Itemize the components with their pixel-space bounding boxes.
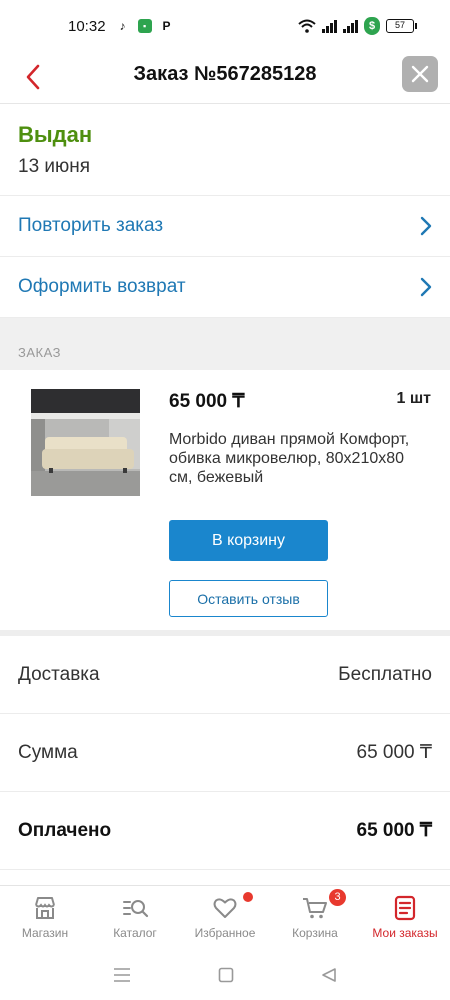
- system-navigation-bar: [0, 949, 450, 1000]
- nav-item-favorites[interactable]: Избранное: [180, 886, 270, 949]
- sum-value: 65 000 ₸: [356, 742, 432, 763]
- product-item: 65 000 ₸ 1 шт Morbido диван прямой Комфо…: [0, 370, 450, 630]
- wifi-icon: [298, 19, 316, 33]
- sum-label: Сумма: [18, 741, 78, 763]
- nav-item-store[interactable]: Магазин: [0, 886, 90, 949]
- paid-value: 65 000 ₸: [356, 820, 432, 841]
- product-image[interactable]: [31, 389, 140, 496]
- security-shield-icon: $: [364, 17, 380, 35]
- back-triangle-icon[interactable]: [321, 967, 337, 983]
- product-price: 65 000 ₸: [169, 391, 245, 412]
- return-order-row[interactable]: Оформить возврат: [0, 257, 450, 318]
- nav-label-cart: Корзина: [292, 926, 338, 940]
- nav-item-cart[interactable]: 3 Корзина: [270, 886, 360, 949]
- signal-icon-2: [343, 19, 358, 33]
- orders-icon: [394, 895, 416, 921]
- app-header: Заказ №567285128: [0, 52, 450, 104]
- nav-label-catalog: Каталог: [113, 926, 157, 940]
- leave-review-button[interactable]: Оставить отзыв: [169, 580, 328, 617]
- chevron-right-icon: [420, 277, 432, 297]
- nav-item-my-orders[interactable]: Мои заказы: [360, 886, 450, 949]
- order-status: Выдан: [18, 122, 93, 147]
- repeat-order-row[interactable]: Повторить заказ: [0, 196, 450, 257]
- sum-row: Сумма 65 000 ₸: [0, 714, 450, 792]
- order-status-block: Выдан 13 июня: [0, 104, 450, 196]
- nav-item-catalog[interactable]: Каталог: [90, 886, 180, 949]
- heart-icon: [213, 898, 237, 918]
- delivery-row: Доставка Бесплатно: [0, 636, 450, 714]
- delivery-label: Доставка: [18, 663, 100, 685]
- nav-label-my-orders: Мои заказы: [372, 926, 438, 940]
- signal-icon: [322, 19, 337, 33]
- chevron-right-icon: [420, 216, 432, 236]
- close-icon: [411, 65, 429, 83]
- home-square-icon[interactable]: [218, 967, 234, 983]
- paid-row: Оплачено 65 000 ₸: [0, 792, 450, 870]
- status-notification-icons: ♪ ▪ P: [116, 19, 174, 33]
- store-icon: [35, 897, 55, 919]
- repeat-order-label: Повторить заказ: [18, 215, 164, 236]
- order-date: 13 июня: [18, 156, 91, 177]
- delivery-value: Бесплатно: [338, 663, 432, 685]
- parking-app-icon: P: [162, 19, 171, 33]
- return-order-label: Оформить возврат: [18, 276, 186, 297]
- menu-icon[interactable]: [113, 967, 131, 983]
- cart-icon: [303, 898, 327, 919]
- section-header-order: ЗАКАЗ: [0, 318, 450, 370]
- product-quantity: 1 шт: [396, 390, 431, 407]
- paid-label: Оплачено: [18, 819, 112, 841]
- nav-label-store: Магазин: [21, 926, 69, 940]
- page-title: Заказ №567285128: [133, 63, 317, 85]
- catalog-search-icon: [123, 900, 149, 918]
- status-time: 10:32: [68, 17, 106, 35]
- favorites-badge-dot: [243, 892, 253, 902]
- close-button[interactable]: [402, 56, 438, 92]
- status-bar: 10:32 ♪ ▪ P $ 57: [0, 0, 450, 52]
- messages-app-icon: ▪: [137, 19, 152, 33]
- battery-icon: 57: [386, 19, 417, 33]
- tiktok-icon: ♪: [119, 19, 126, 33]
- bottom-navigation: Магазин Каталог Избранное 3 Корзина Мои …: [0, 885, 450, 949]
- nav-label-favorites: Избранное: [194, 926, 256, 940]
- cart-badge: 3: [329, 889, 346, 906]
- add-to-cart-button[interactable]: В корзину: [169, 520, 328, 561]
- product-name[interactable]: Morbido диван прямой Комфорт, обивка мик…: [169, 430, 419, 487]
